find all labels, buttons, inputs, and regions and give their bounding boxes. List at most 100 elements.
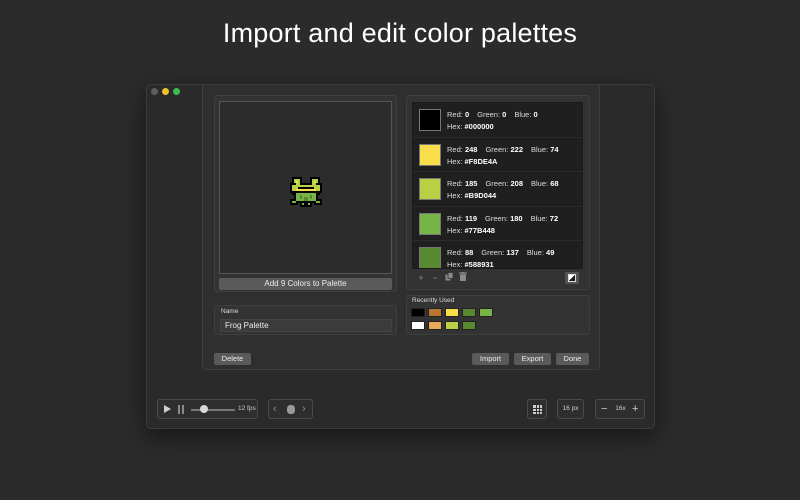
frame-rate-slider[interactable] <box>191 409 235 411</box>
palette-color-row[interactable]: Red: 0 Green: 0 Blue: 0 Hex: #000000 <box>413 103 582 138</box>
headline: Import and edit color palettes <box>222 18 578 48</box>
green-label: Green: <box>485 144 509 154</box>
frog-sprite-image <box>290 177 322 207</box>
green-value: 222 <box>510 144 523 154</box>
contrast-toggle-button[interactable] <box>565 272 579 284</box>
hex-value[interactable]: #588931 <box>465 260 494 268</box>
blue-label: Blue: <box>531 179 549 188</box>
playback-controls: 12 fps <box>157 399 258 419</box>
delete-button[interactable]: Delete <box>214 353 251 365</box>
color-swatch[interactable] <box>419 178 441 200</box>
blue-value: 72 <box>549 213 559 223</box>
color-swatch[interactable] <box>419 212 441 235</box>
hex-label: Hex: <box>447 260 463 269</box>
palette-name-panel: Name <box>214 305 397 335</box>
palette-toolbar: + − <box>416 272 468 283</box>
color-swatch[interactable] <box>419 109 441 131</box>
pixel-size-label: 16 px <box>562 405 579 412</box>
chevron-right-icon[interactable]: › <box>302 403 306 415</box>
rgb-values: Red: 0 Green: 0 Blue: 0 <box>447 110 538 119</box>
recent-color-swatch[interactable] <box>428 321 442 330</box>
import-button[interactable]: Import <box>472 353 509 365</box>
close-window-button[interactable] <box>151 88 158 95</box>
red-value: 185 <box>464 179 478 188</box>
recent-color-swatch[interactable] <box>445 308 459 317</box>
hex-value[interactable]: #000000 <box>465 122 494 131</box>
hex-label: Hex: <box>447 156 463 166</box>
plus-icon[interactable]: + <box>416 273 426 283</box>
blue-value: 0 <box>533 110 538 119</box>
frame-rate-slider-knob[interactable] <box>200 405 208 413</box>
recent-color-swatch[interactable] <box>411 308 425 317</box>
palette-color-row[interactable]: Red: 248 Green: 222 Blue: 74 Hex: #F8DE4A <box>413 138 582 172</box>
palette-color-row[interactable]: Red: 119 Green: 180 Blue: 72 Hex: #77B448 <box>413 207 582 241</box>
color-swatch[interactable] <box>419 143 441 166</box>
recent-color-swatch[interactable] <box>411 321 425 330</box>
red-value: 0 <box>464 110 470 119</box>
hex-label: Hex: <box>447 122 463 131</box>
palette-color-row[interactable]: Red: 185 Green: 208 Blue: 68 Hex: #B9D044 <box>413 172 582 207</box>
name-label: Name <box>221 308 239 315</box>
recent-color-swatch[interactable] <box>462 308 476 317</box>
green-label: Green: <box>485 179 509 188</box>
pixel-size-button[interactable]: 16 px <box>557 399 584 419</box>
done-button[interactable]: Done <box>556 353 589 365</box>
hex-value-line: Hex: #588931 <box>447 260 494 269</box>
window-controls <box>151 88 180 95</box>
blue-label: Blue: <box>531 144 549 154</box>
blue-label: Blue: <box>530 213 548 223</box>
green-label: Green: <box>485 213 508 223</box>
red-value: 119 <box>464 213 478 223</box>
image-preview-canvas <box>219 101 392 274</box>
zoom-window-button[interactable] <box>173 88 180 95</box>
green-value: 137 <box>506 248 519 257</box>
zoom-controls: − 16x + <box>595 399 645 419</box>
rgb-values: Red: 88 Green: 137 Blue: 49 <box>447 248 554 257</box>
blue-value: 68 <box>550 179 559 188</box>
recent-colors-row <box>411 321 476 330</box>
zoom-level-label: 16x <box>615 405 626 412</box>
red-label: Red: <box>447 110 463 119</box>
blue-label: Blue: <box>526 248 544 257</box>
grid-toggle-button[interactable] <box>527 399 547 419</box>
contrast-icon <box>568 274 576 282</box>
recent-color-swatch[interactable] <box>462 321 476 330</box>
zoom-out-button[interactable]: − <box>601 403 607 415</box>
palette-name-input[interactable] <box>220 319 392 332</box>
pause-icon[interactable] <box>178 405 184 414</box>
fps-label: 12 fps <box>238 405 256 412</box>
red-value: 248 <box>464 144 478 154</box>
red-label: Red: <box>447 213 463 223</box>
red-label: Red: <box>447 248 463 257</box>
hex-value[interactable]: #77B448 <box>465 226 495 235</box>
hex-value[interactable]: #B9D044 <box>465 191 497 200</box>
recent-color-swatch[interactable] <box>479 308 493 317</box>
palette-panel: Red: 0 Green: 0 Blue: 0 Hex: #000000 Red: 24… <box>406 95 590 290</box>
add-colors-to-palette-button[interactable]: Add 9 Colors to Palette <box>219 278 392 290</box>
rgb-values: Red: 185 Green: 208 Blue: 68 <box>447 179 559 188</box>
grid-icon <box>533 405 542 414</box>
recent-color-swatch[interactable] <box>445 321 459 330</box>
hex-label: Hex: <box>447 225 463 235</box>
minus-icon[interactable]: − <box>430 273 440 283</box>
zoom-in-button[interactable]: + <box>632 403 638 415</box>
chevron-left-icon[interactable]: ‹ <box>273 403 277 415</box>
duplicate-icon[interactable] <box>444 272 454 283</box>
export-button[interactable]: Export <box>514 353 551 365</box>
minimize-window-button[interactable] <box>162 88 169 95</box>
recent-color-swatch[interactable] <box>428 308 442 317</box>
hex-value-line: Hex: #F8DE4A <box>447 157 497 166</box>
palette-color-row[interactable]: Red: 88 Green: 137 Blue: 49 Hex: #588931 <box>413 241 582 269</box>
trash-icon[interactable] <box>458 272 468 283</box>
palette-import-sheet: Add 9 Colors to Palette Name Red: 0Green… <box>202 85 600 370</box>
recently-used-panel: Recently Used <box>406 295 590 335</box>
blue-value: 74 <box>550 144 559 154</box>
color-swatch[interactable] <box>419 247 441 268</box>
rgb-values: Red: 119 Green: 180 Blue: 72 <box>447 214 558 223</box>
green-value: 0 <box>502 110 507 119</box>
play-icon[interactable] <box>164 405 171 413</box>
hex-value-line: Hex: #B9D044 <box>447 191 496 200</box>
blue-label: Blue: <box>514 110 532 119</box>
palette-color-list[interactable]: Red: 0 Green: 0 Blue: 0 Hex: #000000 Red: 24… <box>412 102 583 269</box>
hex-value[interactable]: #F8DE4A <box>465 157 498 166</box>
